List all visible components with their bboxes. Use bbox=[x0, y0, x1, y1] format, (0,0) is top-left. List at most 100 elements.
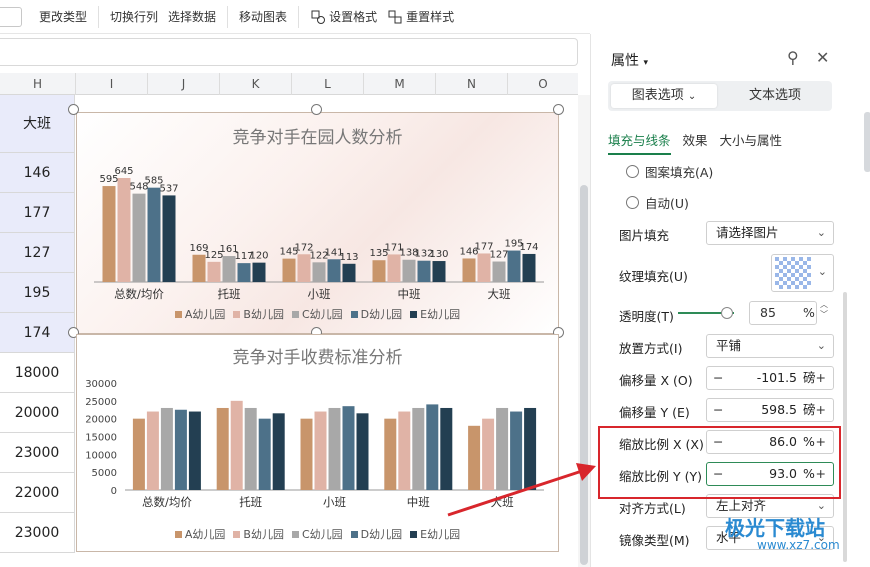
bar[interactable] bbox=[237, 263, 251, 282]
resize-handle[interactable] bbox=[553, 104, 564, 115]
offset-y-stepper[interactable]: − 598.5 磅 + bbox=[706, 398, 834, 422]
y-tick-label: 25000 bbox=[85, 397, 117, 408]
auto-fill-radio[interactable]: 自动(U) bbox=[626, 193, 689, 212]
minus-button[interactable]: − bbox=[713, 367, 723, 389]
move-chart-button[interactable]: 移动图表 bbox=[234, 8, 292, 25]
offset-x-stepper[interactable]: − -101.5 磅 + bbox=[706, 366, 834, 390]
bar[interactable] bbox=[207, 261, 221, 282]
bar[interactable] bbox=[147, 187, 161, 282]
chart-headcount[interactable]: 竞争对手在园人数分析 595 645 548 585 537 总数/均价 169 125 161… bbox=[76, 112, 559, 334]
pattern-fill-radio[interactable]: 图案填充(A) bbox=[626, 162, 713, 181]
column-header-o[interactable]: O bbox=[507, 73, 578, 95]
texture-picker[interactable]: ⌄ bbox=[771, 254, 834, 292]
panel-title[interactable]: 属性 ▾ bbox=[611, 50, 648, 70]
cell[interactable]: 174 bbox=[0, 313, 75, 353]
bar[interactable] bbox=[342, 406, 355, 490]
reset-style-button[interactable]: 重置样式 bbox=[382, 8, 459, 25]
bar[interactable] bbox=[300, 418, 313, 490]
bar[interactable] bbox=[188, 411, 201, 490]
bar[interactable] bbox=[507, 250, 521, 282]
bar[interactable] bbox=[160, 407, 173, 490]
cell[interactable]: 23000 bbox=[0, 513, 75, 553]
select-data-button[interactable]: 选择数据 bbox=[163, 8, 221, 25]
cell[interactable]: 20000 bbox=[0, 393, 75, 433]
bar[interactable] bbox=[258, 418, 271, 490]
bar[interactable] bbox=[216, 407, 229, 490]
annotation-highlight-box bbox=[598, 426, 841, 499]
bar[interactable] bbox=[230, 400, 243, 490]
bar[interactable] bbox=[272, 413, 285, 490]
bar[interactable] bbox=[412, 407, 425, 490]
bar[interactable] bbox=[312, 262, 326, 282]
panel-inner-scrollbar[interactable] bbox=[843, 292, 847, 562]
bar[interactable] bbox=[432, 261, 446, 282]
resize-handle[interactable] bbox=[68, 104, 79, 115]
bar[interactable] bbox=[132, 418, 145, 490]
picture-fill-dropdown[interactable]: 请选择图片 ⌄ bbox=[706, 221, 834, 245]
cell[interactable]: 22000 bbox=[0, 473, 75, 513]
change-type-button[interactable]: 更改类型 bbox=[34, 8, 92, 25]
chart-element-selector[interactable] bbox=[0, 6, 22, 27]
bar[interactable] bbox=[417, 260, 431, 282]
bar[interactable] bbox=[372, 260, 386, 282]
tab-size-props[interactable]: 大小与属性 bbox=[720, 130, 783, 155]
column-header-j[interactable]: J bbox=[147, 73, 219, 95]
panel-scrollbar[interactable] bbox=[864, 112, 870, 172]
minus-button[interactable]: − bbox=[713, 399, 723, 421]
pin-icon[interactable]: ⚲ bbox=[787, 48, 799, 67]
placement-label: 放置方式(I) bbox=[619, 341, 683, 356]
close-icon[interactable]: ✕ bbox=[816, 48, 829, 67]
bar[interactable] bbox=[244, 407, 257, 490]
cell[interactable]: 大班 bbox=[0, 95, 75, 153]
resize-handle[interactable] bbox=[311, 104, 322, 115]
switch-rowcol-button[interactable]: 切换行列 bbox=[105, 8, 163, 25]
column-header-h[interactable]: H bbox=[0, 73, 75, 95]
transparency-input[interactable]: 85 % bbox=[749, 301, 817, 325]
chart-legend[interactable]: A幼儿园 B幼儿园 C幼儿园 D幼儿园 E幼儿园 bbox=[77, 526, 558, 542]
cell[interactable]: 146 bbox=[0, 153, 75, 193]
formula-bar[interactable] bbox=[0, 38, 578, 66]
column-header-m[interactable]: M bbox=[363, 73, 435, 95]
cell[interactable]: 177 bbox=[0, 193, 75, 233]
bar[interactable] bbox=[492, 261, 506, 282]
bar[interactable] bbox=[146, 411, 159, 490]
bar[interactable] bbox=[162, 195, 176, 282]
bar[interactable] bbox=[314, 411, 327, 490]
slider-handle[interactable] bbox=[721, 307, 733, 319]
placement-dropdown[interactable]: 平铺 ⌄ bbox=[706, 334, 834, 358]
bar[interactable] bbox=[462, 258, 476, 282]
set-format-button[interactable]: 设置格式 bbox=[305, 8, 382, 25]
bar[interactable] bbox=[174, 409, 187, 490]
legend-item: A幼儿园 bbox=[174, 306, 225, 322]
column-header-k[interactable]: K bbox=[219, 73, 291, 95]
spin-arrows-icon[interactable]: ︿ ﹀ bbox=[820, 300, 828, 320]
plus-button[interactable]: + bbox=[816, 399, 826, 421]
bar[interactable] bbox=[102, 186, 116, 282]
column-header-n[interactable]: N bbox=[435, 73, 507, 95]
bar[interactable] bbox=[252, 262, 266, 282]
bar[interactable] bbox=[384, 418, 397, 490]
tab-effect[interactable]: 效果 bbox=[683, 130, 708, 155]
bar[interactable] bbox=[342, 263, 356, 282]
chart-legend[interactable]: A幼儿园 B幼儿园 C幼儿园 D幼儿园 E幼儿园 bbox=[77, 306, 558, 322]
data-label: 645 bbox=[114, 166, 133, 177]
cell[interactable]: 127 bbox=[0, 233, 75, 273]
plus-button[interactable]: + bbox=[816, 367, 826, 389]
bar[interactable] bbox=[402, 259, 416, 282]
column-header-i[interactable]: I bbox=[75, 73, 147, 95]
bar[interactable] bbox=[356, 413, 369, 490]
column-header-l[interactable]: L bbox=[291, 73, 363, 95]
cell[interactable]: 195 bbox=[0, 273, 75, 313]
cell[interactable]: 18000 bbox=[0, 353, 75, 393]
tab-text-options[interactable]: 文本选项 bbox=[721, 84, 829, 108]
bar[interactable] bbox=[426, 404, 439, 490]
tab-fill-line[interactable]: 填充与线条 bbox=[608, 130, 671, 155]
bar[interactable] bbox=[132, 193, 146, 282]
bar[interactable] bbox=[398, 411, 411, 490]
bar[interactable] bbox=[328, 407, 341, 490]
bar[interactable] bbox=[522, 253, 536, 282]
bar[interactable] bbox=[282, 258, 296, 282]
bar[interactable] bbox=[117, 178, 131, 282]
cell[interactable]: 23000 bbox=[0, 433, 75, 473]
tab-chart-options[interactable]: 图表选项 ⌄ bbox=[611, 84, 717, 108]
